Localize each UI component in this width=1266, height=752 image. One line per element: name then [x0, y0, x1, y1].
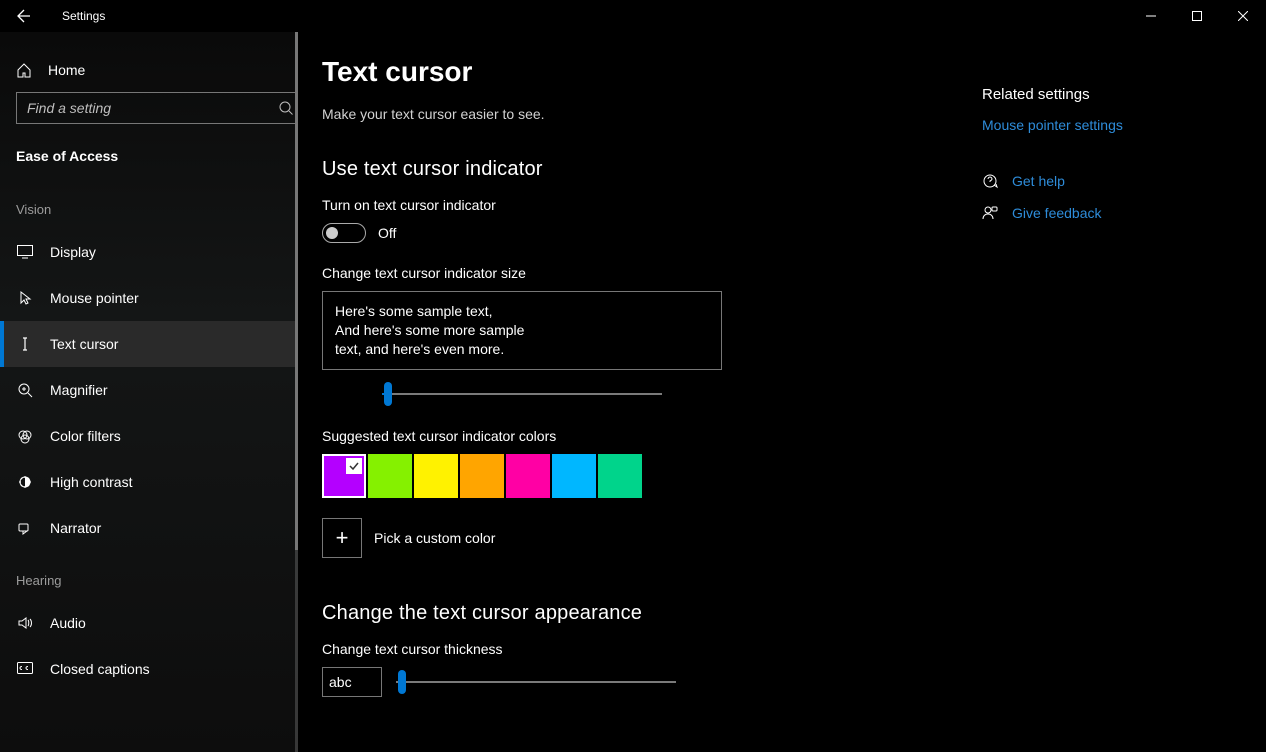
nav-mouse-pointer[interactable]: Mouse pointer: [0, 275, 298, 321]
color-filters-icon: [16, 428, 34, 444]
related-sidebar: Related settings Mouse pointer settings …: [982, 56, 1242, 752]
color-swatch[interactable]: [460, 454, 504, 498]
plus-icon: +: [336, 525, 349, 551]
thickness-slider[interactable]: [396, 670, 676, 694]
toggle-state-text: Off: [378, 225, 396, 241]
color-swatch[interactable]: [368, 454, 412, 498]
pick-custom-color-button[interactable]: +: [322, 518, 362, 558]
close-button[interactable]: [1220, 0, 1266, 32]
color-swatches: [322, 454, 942, 498]
nav-color-filters[interactable]: Color filters: [0, 413, 298, 459]
nav-closed-captions[interactable]: Closed captions: [0, 646, 298, 692]
sidebar: Home Ease of Access Vision Display Mouse…: [0, 32, 298, 752]
thickness-label: Change text cursor thickness: [322, 641, 942, 657]
nav-label: Color filters: [50, 428, 121, 444]
nav-label: Audio: [50, 615, 86, 631]
minimize-icon: [1146, 11, 1156, 21]
page-title: Text cursor: [322, 56, 942, 88]
thickness-preview-box: abc: [322, 667, 382, 697]
nav-high-contrast[interactable]: High contrast: [0, 459, 298, 505]
indicator-toggle[interactable]: [322, 223, 366, 243]
sample-line-2: And here's some more sample: [335, 321, 709, 340]
group-vision-header: Vision: [0, 180, 298, 229]
color-swatch[interactable]: [506, 454, 550, 498]
display-icon: [16, 245, 34, 259]
search-input[interactable]: [17, 100, 279, 116]
colors-label: Suggested text cursor indicator colors: [322, 428, 942, 444]
sample-line-3: text, and here's even more.: [335, 340, 709, 359]
search-box[interactable]: [16, 92, 298, 124]
maximize-button[interactable]: [1174, 0, 1220, 32]
closed-captions-icon: [16, 662, 34, 676]
nav-audio[interactable]: Audio: [0, 600, 298, 646]
home-label: Home: [48, 62, 85, 78]
close-icon: [1238, 11, 1248, 21]
nav-label: Display: [50, 244, 96, 260]
window-title: Settings: [48, 9, 105, 23]
feedback-icon: [982, 205, 998, 221]
nav-label: Magnifier: [50, 382, 108, 398]
nav-label: Text cursor: [50, 336, 118, 352]
home-button[interactable]: Home: [0, 52, 298, 88]
mouse-pointer-icon: [16, 290, 34, 306]
sample-text-box: Here's some sample text, And here's some…: [322, 291, 722, 370]
back-button[interactable]: [0, 0, 48, 32]
size-label: Change text cursor indicator size: [322, 265, 942, 281]
toggle-label: Turn on text cursor indicator: [322, 197, 942, 213]
nav-magnifier[interactable]: Magnifier: [0, 367, 298, 413]
check-icon: [346, 458, 362, 474]
magnifier-icon: [16, 382, 34, 398]
maximize-icon: [1192, 11, 1202, 21]
related-heading: Related settings: [982, 86, 1242, 103]
color-swatch[interactable]: [598, 454, 642, 498]
help-icon: [982, 173, 998, 189]
help-label: Get help: [1012, 173, 1065, 189]
home-icon: [16, 62, 32, 78]
section-appearance-heading: Change the text cursor appearance: [322, 602, 942, 625]
indicator-size-slider[interactable]: [382, 382, 662, 406]
nav-text-cursor[interactable]: Text cursor: [0, 321, 298, 367]
nav-label: High contrast: [50, 474, 132, 490]
nav-label: Mouse pointer: [50, 290, 139, 306]
color-swatch[interactable]: [414, 454, 458, 498]
thickness-preview-text: abc: [329, 674, 352, 690]
category-header: Ease of Access: [0, 136, 298, 180]
titlebar: Settings: [0, 0, 1266, 32]
nav-narrator[interactable]: Narrator: [0, 505, 298, 551]
page-subtitle: Make your text cursor easier to see.: [322, 106, 942, 122]
sample-line-1: Here's some sample text,: [335, 302, 709, 321]
group-hearing-header: Hearing: [0, 551, 298, 600]
section-use-indicator-heading: Use text cursor indicator: [322, 158, 942, 181]
main-content: Text cursor Make your text cursor easier…: [298, 32, 1266, 752]
nav-label: Narrator: [50, 520, 101, 536]
nav-label: Closed captions: [50, 661, 150, 677]
feedback-label: Give feedback: [1012, 205, 1102, 221]
color-swatch[interactable]: [322, 454, 366, 498]
nav-display[interactable]: Display: [0, 229, 298, 275]
color-swatch[interactable]: [552, 454, 596, 498]
get-help-link[interactable]: Get help: [982, 173, 1242, 189]
give-feedback-link[interactable]: Give feedback: [982, 205, 1242, 221]
mouse-pointer-settings-link[interactable]: Mouse pointer settings: [982, 117, 1242, 133]
minimize-button[interactable]: [1128, 0, 1174, 32]
sidebar-scrollbar[interactable]: [295, 32, 298, 752]
audio-icon: [16, 615, 34, 631]
narrator-icon: [16, 520, 34, 536]
back-arrow-icon: [16, 8, 32, 24]
text-cursor-icon: [16, 336, 34, 352]
high-contrast-icon: [16, 474, 34, 490]
pick-custom-color-label: Pick a custom color: [374, 530, 495, 546]
